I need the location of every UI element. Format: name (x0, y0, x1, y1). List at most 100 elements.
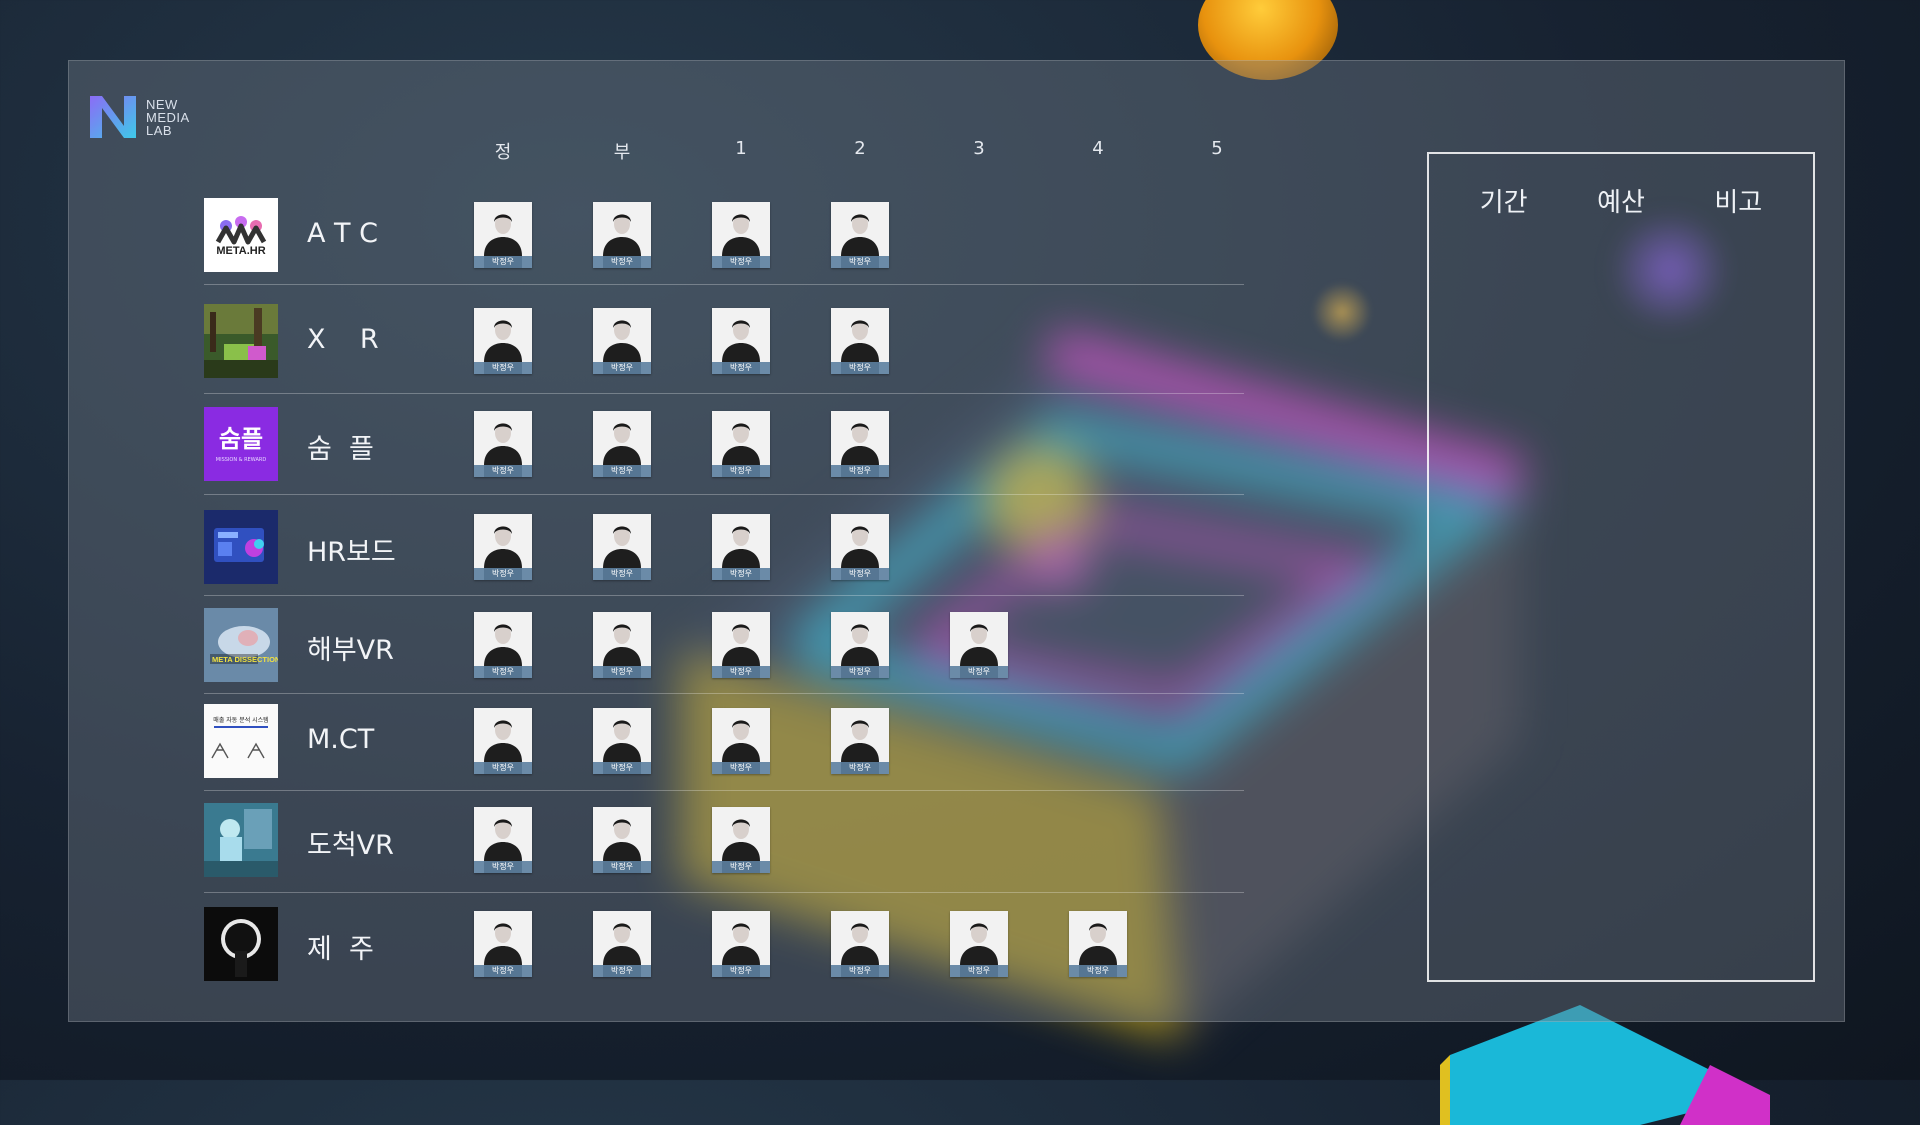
assignee-card[interactable]: 박정우 (474, 911, 532, 977)
assignee-name: 박정우 (593, 965, 651, 977)
avatar: 박정우 (712, 612, 770, 678)
avatar: 박정우 (712, 411, 770, 477)
column-headers: 정 부 1 2 3 4 5 (0, 138, 1300, 163)
side-panel-headers: 기간 예산 비고 (1429, 182, 1813, 219)
assignee-card[interactable]: 박정우 (593, 308, 651, 374)
assignee-card[interactable]: 박정우 (712, 911, 770, 977)
assignee-card[interactable]: 박정우 (474, 612, 532, 678)
avatar: 박정우 (593, 202, 651, 268)
avatar: 박정우 (593, 514, 651, 580)
assignee-name: 박정우 (474, 465, 532, 477)
avatar: 박정우 (474, 308, 532, 374)
assignee-name: 박정우 (474, 362, 532, 374)
avatar: 박정우 (1069, 911, 1127, 977)
avatar: 박정우 (593, 807, 651, 873)
assignee-card[interactable]: 박정우 (474, 807, 532, 873)
assignee-card[interactable]: 박정우 (712, 202, 770, 268)
avatar: 박정우 (593, 612, 651, 678)
assignee-card[interactable]: 박정우 (593, 202, 651, 268)
project-label: 해부VR (307, 635, 394, 666)
avatar: 박정우 (950, 911, 1008, 977)
avatar: 박정우 (712, 202, 770, 268)
assignee-card[interactable]: 박정우 (712, 708, 770, 774)
assignee-name: 박정우 (712, 965, 770, 977)
assignee-name: 박정우 (593, 256, 651, 268)
avatar: 박정우 (474, 411, 532, 477)
assignee-card[interactable]: 박정우 (712, 807, 770, 873)
avatar: 박정우 (831, 708, 889, 774)
project-thumbnail[interactable] (204, 907, 278, 981)
project-label: X R (307, 324, 379, 355)
row-divider (204, 284, 1244, 285)
assignee-card[interactable]: 박정우 (593, 911, 651, 977)
column-header: 4 (1092, 138, 1104, 159)
avatar: 박정우 (712, 911, 770, 977)
assignee-card[interactable]: 박정우 (950, 612, 1008, 678)
assignee-name: 박정우 (712, 762, 770, 774)
svg-text:META DISSECTION: META DISSECTION (212, 655, 278, 664)
project-row: 숨플 MISSION & REWARD 숨 플 박정우 박정우 박정우 박정우 (204, 407, 1244, 481)
avatar: 박정우 (831, 911, 889, 977)
project-thumbnail[interactable]: 숨플 MISSION & REWARD (204, 407, 278, 481)
assignee-card[interactable]: 박정우 (831, 612, 889, 678)
assignee-card[interactable]: 박정우 (712, 308, 770, 374)
assignee-card[interactable]: 박정우 (593, 411, 651, 477)
avatar: 박정우 (831, 514, 889, 580)
assignee-card[interactable]: 박정우 (831, 308, 889, 374)
assignee-card[interactable]: 박정우 (593, 708, 651, 774)
row-divider (204, 693, 1244, 694)
assignee-card[interactable]: 박정우 (831, 411, 889, 477)
avatar: 박정우 (474, 807, 532, 873)
assignee-name: 박정우 (831, 762, 889, 774)
project-thumbnail[interactable]: 매출 자동 분석 시스템 (204, 704, 278, 778)
project-label: HR보드 (307, 537, 396, 568)
column-header: 3 (973, 138, 985, 159)
assignee-name: 박정우 (593, 762, 651, 774)
row-divider (204, 790, 1244, 791)
assignee-name: 박정우 (593, 465, 651, 477)
svg-text:META.HR: META.HR (216, 245, 265, 257)
logo-line-2: MEDIA (146, 109, 190, 125)
column-header: 부 (613, 142, 631, 163)
assignee-card[interactable]: 박정우 (712, 612, 770, 678)
logo-text: NEW MEDIA LAB (146, 98, 190, 137)
assignee-card[interactable]: 박정우 (474, 708, 532, 774)
assignee-name: 박정우 (831, 568, 889, 580)
assignee-card[interactable]: 박정우 (712, 411, 770, 477)
project-thumbnail[interactable] (204, 803, 278, 877)
assignee-card[interactable]: 박정우 (474, 514, 532, 580)
assignee-card[interactable]: 박정우 (831, 911, 889, 977)
project-label: 도척VR (307, 830, 394, 861)
assignee-name: 박정우 (831, 256, 889, 268)
assignee-name: 박정우 (712, 568, 770, 580)
avatar: 박정우 (593, 911, 651, 977)
project-row: HR보드 박정우 박정우 박정우 박정우 (204, 510, 1244, 584)
project-thumbnail[interactable] (204, 304, 278, 378)
assignee-card[interactable]: 박정우 (1069, 911, 1127, 977)
assignee-card[interactable]: 박정우 (712, 514, 770, 580)
assignee-card[interactable]: 박정우 (593, 612, 651, 678)
avatar: 박정우 (593, 308, 651, 374)
assignee-card[interactable]: 박정우 (831, 202, 889, 268)
budget-header: 예산 (1597, 188, 1645, 218)
logo-line-1: NEW (146, 96, 178, 112)
assignee-card[interactable]: 박정우 (474, 308, 532, 374)
project-thumbnail[interactable]: META DISSECTION (204, 608, 278, 682)
assignee-card[interactable]: 박정우 (831, 708, 889, 774)
project-row: X R 박정우 박정우 박정우 박정우 (204, 304, 1244, 378)
project-thumbnail[interactable]: META.HR (204, 198, 278, 272)
assignee-name: 박정우 (474, 568, 532, 580)
avatar: 박정우 (831, 612, 889, 678)
avatar: 박정우 (474, 612, 532, 678)
assignee-card[interactable]: 박정우 (831, 514, 889, 580)
period-header: 기간 (1479, 188, 1528, 218)
assignee-name: 박정우 (831, 465, 889, 477)
assignee-card[interactable]: 박정우 (474, 411, 532, 477)
column-header: 5 (1211, 138, 1223, 159)
assignee-card[interactable]: 박정우 (950, 911, 1008, 977)
assignee-card[interactable]: 박정우 (593, 807, 651, 873)
assignee-card[interactable]: 박정우 (474, 202, 532, 268)
assignee-name: 박정우 (831, 666, 889, 678)
project-thumbnail[interactable] (204, 510, 278, 584)
assignee-card[interactable]: 박정우 (593, 514, 651, 580)
